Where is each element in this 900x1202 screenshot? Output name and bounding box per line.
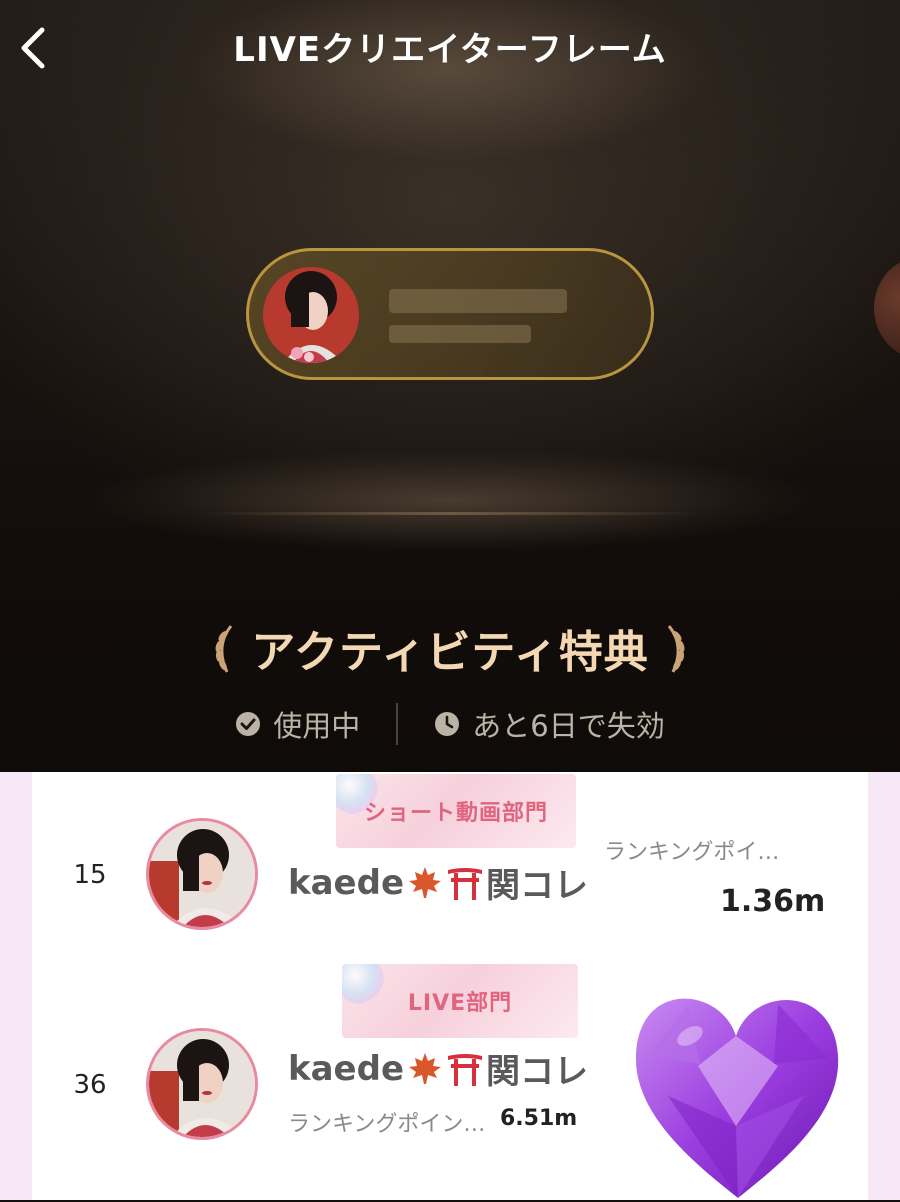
frame-status: 使用中 あと6日で失効 (0, 702, 900, 746)
username: kaede 関コレ (288, 858, 588, 907)
username-text: kaede (288, 862, 405, 903)
frame-preview-area: LIVEクリエイターフレーム アクティビティ特典 使用中 あと6日で失効 (0, 0, 900, 772)
benefit-title: アクティビティ特典 (251, 627, 649, 678)
ranking-points-value: 6.51m (500, 1106, 578, 1131)
torii-gate-icon (448, 867, 483, 900)
clock-icon (435, 712, 460, 736)
rank-number: 15 (73, 860, 107, 890)
username-suffix: 関コレ (486, 1052, 589, 1092)
status-expiry-label: あと6日で失効 (472, 709, 665, 743)
username: kaede 関コレ (288, 1044, 588, 1093)
avatar[interactable] (146, 818, 258, 930)
avatar (263, 267, 359, 363)
maple-leaf-icon (409, 866, 442, 898)
ranking-list: ショート動画部門 15 kaede 関コレ ランキングポイ… 1.36m LIV… (0, 772, 900, 1200)
ranking-points-label: ランキングポイ… (604, 840, 780, 865)
category-banner-short-video: ショート動画部門 (336, 774, 576, 848)
status-expiry: あと6日で失効 (434, 703, 665, 745)
avatar[interactable] (146, 1028, 258, 1140)
subtitle-placeholder-bar (389, 325, 531, 343)
laurel-right-icon (667, 625, 685, 673)
maple-leaf-icon (409, 1052, 442, 1084)
category-label: LIVE部門 (407, 991, 513, 1016)
page-title: LIVEクリエイターフレーム (233, 30, 667, 70)
status-in-use: 使用中 (235, 703, 360, 745)
category-banner-live: LIVE部門 (342, 964, 578, 1038)
status-in-use-label: 使用中 (273, 709, 361, 743)
ranking-points-label: ランキングポイン… (288, 1112, 486, 1137)
stage-spotlight (90, 450, 810, 550)
purple-heart-gem (635, 998, 839, 1198)
check-circle-icon (236, 712, 261, 736)
category-label: ショート動画部門 (363, 801, 548, 826)
ranking-points-value: 1.36m (720, 884, 826, 919)
username-text: kaede (288, 1048, 405, 1089)
rank-number: 36 (73, 1070, 107, 1100)
name-placeholder-bar (389, 289, 567, 313)
torii-gate-icon (448, 1053, 483, 1086)
stage-highlight (200, 512, 700, 515)
next-frame-peek[interactable] (874, 258, 900, 358)
live-creator-frame-preview (246, 248, 654, 380)
username-suffix: 関コレ (486, 866, 589, 906)
status-divider (396, 703, 399, 745)
benefit-heading: アクティビティ特典 (0, 616, 900, 680)
laurel-left-icon (215, 625, 233, 673)
